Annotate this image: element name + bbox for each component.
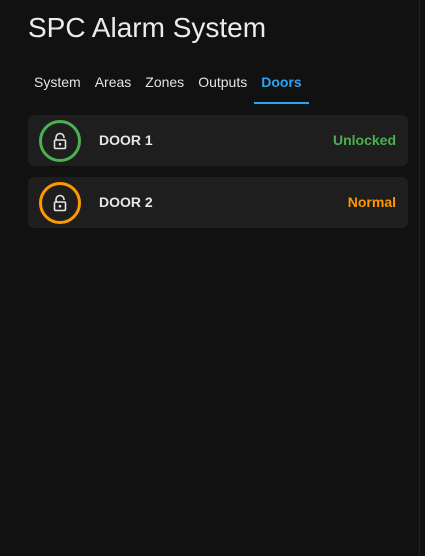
tab-bar: System Areas Zones Outputs Doors [27, 66, 310, 106]
lock-icon [39, 182, 81, 224]
tab-areas[interactable]: Areas [88, 66, 139, 102]
tab-system[interactable]: System [27, 66, 88, 102]
lock-icon [39, 120, 81, 162]
door-card-door-2[interactable]: DOOR 2 Normal [28, 177, 408, 228]
door-card-door-1[interactable]: DOOR 1 Unlocked [28, 115, 408, 166]
door-name: DOOR 2 [99, 194, 153, 210]
tab-doors[interactable]: Doors [254, 66, 310, 104]
door-name: DOOR 1 [99, 132, 153, 148]
app-panel: SPC Alarm System System Areas Zones Outp… [0, 0, 420, 556]
door-state: Normal [347, 194, 396, 210]
lock-icon-glyph [53, 132, 67, 150]
lock-icon-glyph [53, 194, 67, 212]
door-state: Unlocked [332, 132, 396, 148]
tab-outputs[interactable]: Outputs [191, 66, 254, 102]
page-title: SPC Alarm System [28, 12, 267, 43]
tab-zones[interactable]: Zones [138, 66, 191, 102]
